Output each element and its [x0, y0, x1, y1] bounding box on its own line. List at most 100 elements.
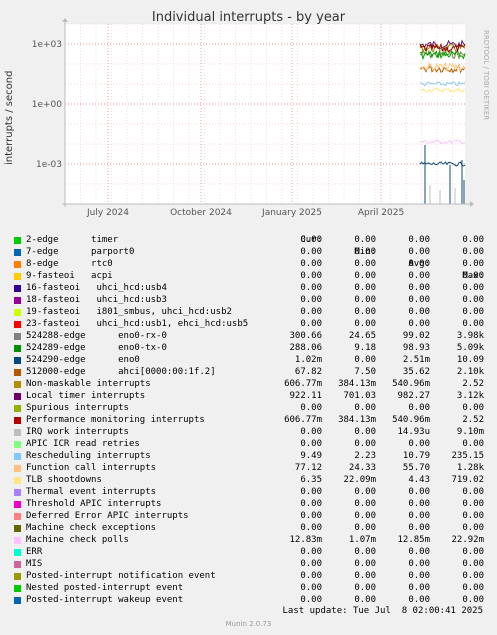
legend-swatch — [14, 477, 21, 484]
legend-cur: 0.00 — [300, 307, 322, 317]
legend-avg: 98.93 — [402, 343, 430, 353]
legend-label: Non-maskable interrupts — [26, 379, 151, 389]
legend-avg: 0.00 — [408, 319, 430, 329]
legend-cur: 0.00 — [300, 247, 322, 257]
legend-swatch — [14, 513, 21, 520]
legend-row: Thermal event interrupts 0.00 0.00 0.00 0.00 — [0, 486, 497, 498]
legend-cur: 0.00 — [300, 235, 322, 245]
legend-cur: 606.77m — [284, 379, 322, 389]
legend-label: 7-edge parport0 — [26, 247, 135, 257]
legend-cur: 0.00 — [300, 439, 322, 449]
legend-min: 0.00 — [354, 283, 376, 293]
legend-max: 9.10m — [456, 427, 484, 437]
legend-min: 0.00 — [354, 499, 376, 509]
y-axis-arrow — [62, 18, 68, 22]
legend-swatch — [14, 465, 21, 472]
legend-min: 24.65 — [348, 331, 376, 341]
legend-cur: 0.00 — [300, 271, 322, 281]
legend-swatch — [14, 333, 21, 340]
legend-row: 19-fasteoi i801_smbus, uhci_hcd:usb2 0.00… — [0, 306, 497, 318]
legend-max: 0.00 — [462, 595, 484, 605]
legend-avg: 0.00 — [408, 595, 430, 605]
x-axis-arrow — [470, 201, 474, 207]
legend-avg: 0.00 — [408, 547, 430, 557]
legend-avg: 0.00 — [408, 259, 430, 269]
x-tick-label: January 2025 — [261, 208, 322, 218]
legend-max: 5.09k — [456, 343, 484, 353]
legend-avg: 982.27 — [397, 391, 430, 401]
legend-row: ERR 0.00 0.00 0.00 0.00 — [0, 546, 497, 558]
legend-max: 0.00 — [462, 307, 484, 317]
legend-swatch — [14, 381, 21, 388]
legend-label: Machine check exceptions — [26, 523, 157, 533]
legend-swatch — [14, 309, 21, 316]
legend-label: Machine check polls — [26, 535, 129, 545]
legend-cur: 0.00 — [300, 559, 322, 569]
legend-min: 384.13m — [338, 415, 376, 425]
legend-min: 0.00 — [354, 523, 376, 533]
legend-max: 22.92m — [451, 535, 484, 545]
x-tick-label: July 2024 — [86, 208, 129, 218]
legend-cur: 0.00 — [300, 427, 322, 437]
legend-row: Spurious interrupts 0.00 0.00 0.00 0.00 — [0, 402, 497, 414]
legend-avg: 540.96m — [392, 379, 430, 389]
legend-swatch — [14, 429, 21, 436]
legend-max: 0.00 — [462, 235, 484, 245]
legend-avg: 14.93u — [397, 427, 430, 437]
legend-max: 0.00 — [462, 439, 484, 449]
legend-min: 0.00 — [354, 355, 376, 365]
legend-row: Function call interrupts 77.12 24.33 55.70 1… — [0, 462, 497, 474]
legend-label: Local timer interrupts — [26, 391, 146, 401]
legend-avg: 0.00 — [408, 295, 430, 305]
legend-min: 0.00 — [354, 547, 376, 557]
legend-swatch — [14, 501, 21, 508]
legend-max: 0.00 — [462, 511, 484, 521]
legend-label: Threshold APIC interrupts — [26, 499, 162, 509]
munin-version: Munin 2.0.73 — [225, 620, 272, 628]
legend-label: 524289-edge eno0-tx-0 — [26, 343, 167, 353]
legend-row: Machine check exceptions 0.00 0.00 0.00 0.00 — [0, 522, 497, 534]
legend-label: Rescheduling interrupts — [26, 451, 151, 461]
legend-swatch — [14, 369, 21, 376]
legend-swatch — [14, 417, 21, 424]
legend-label: Posted-interrupt notification event — [26, 571, 216, 581]
legend-header: Cur: Min: Avg: Max: — [0, 222, 497, 281]
legend-cur: 1.02m — [294, 355, 322, 365]
legend-label: IRQ work interrupts — [26, 427, 129, 437]
legend-max: 0.00 — [462, 571, 484, 581]
legend-swatch — [14, 549, 21, 556]
legend-row: 18-fasteoi uhci_hcd:usb3 0.00 0.00 0.00 0.00 — [0, 294, 497, 306]
legend-max: 0.00 — [462, 559, 484, 569]
legend-cur: 0.00 — [300, 403, 322, 413]
legend-avg: 0.00 — [408, 583, 430, 593]
legend-max: 1.28k — [456, 463, 484, 473]
legend-row: 7-edge parport0 0.00 0.00 0.00 0.00 — [0, 246, 497, 258]
legend-avg: 2.51m — [402, 355, 430, 365]
legend-label: 19-fasteoi i801_smbus, uhci_hcd:usb2 — [26, 307, 232, 317]
legend-cur: 12.83m — [289, 535, 322, 545]
legend-cur: 606.77m — [284, 415, 322, 425]
legend-row: 23-fasteoi uhci_hcd:usb1, ehci_hcd:usb5 0… — [0, 318, 497, 330]
legend-avg: 0.00 — [408, 307, 430, 317]
legend-cur: 0.00 — [300, 571, 322, 581]
legend-min: 9.18 — [354, 343, 376, 353]
legend-min: 22.09m — [343, 475, 376, 485]
legend-label: 8-edge rtc0 — [26, 259, 113, 269]
legend-row: Posted-interrupt notification event 0.00 0… — [0, 570, 497, 582]
legend-max: 0.00 — [462, 247, 484, 257]
legend-label: 18-fasteoi uhci_hcd:usb3 — [26, 295, 167, 305]
legend-min: 24.33 — [348, 463, 376, 473]
legend-cur: 0.00 — [300, 499, 322, 509]
legend-avg: 99.02 — [402, 331, 430, 341]
legend-row: Posted-interrupt wakeup event 0.00 0.00 0.0… — [0, 594, 497, 606]
legend-row: MIS 0.00 0.00 0.00 0.00 — [0, 558, 497, 570]
legend-min: 2.23 — [354, 451, 376, 461]
legend-max: 3.12k — [456, 391, 484, 401]
y-tick-label: 1e+03 — [32, 40, 62, 50]
legend-cur: 77.12 — [294, 463, 322, 473]
legend-label: 524290-edge eno0 — [26, 355, 140, 365]
legend-swatch — [14, 489, 21, 496]
legend-swatch — [14, 405, 21, 412]
legend-row: TLB shootdowns 6.35 22.09m 4.43 719.02 — [0, 474, 497, 486]
legend-swatch — [14, 297, 21, 304]
